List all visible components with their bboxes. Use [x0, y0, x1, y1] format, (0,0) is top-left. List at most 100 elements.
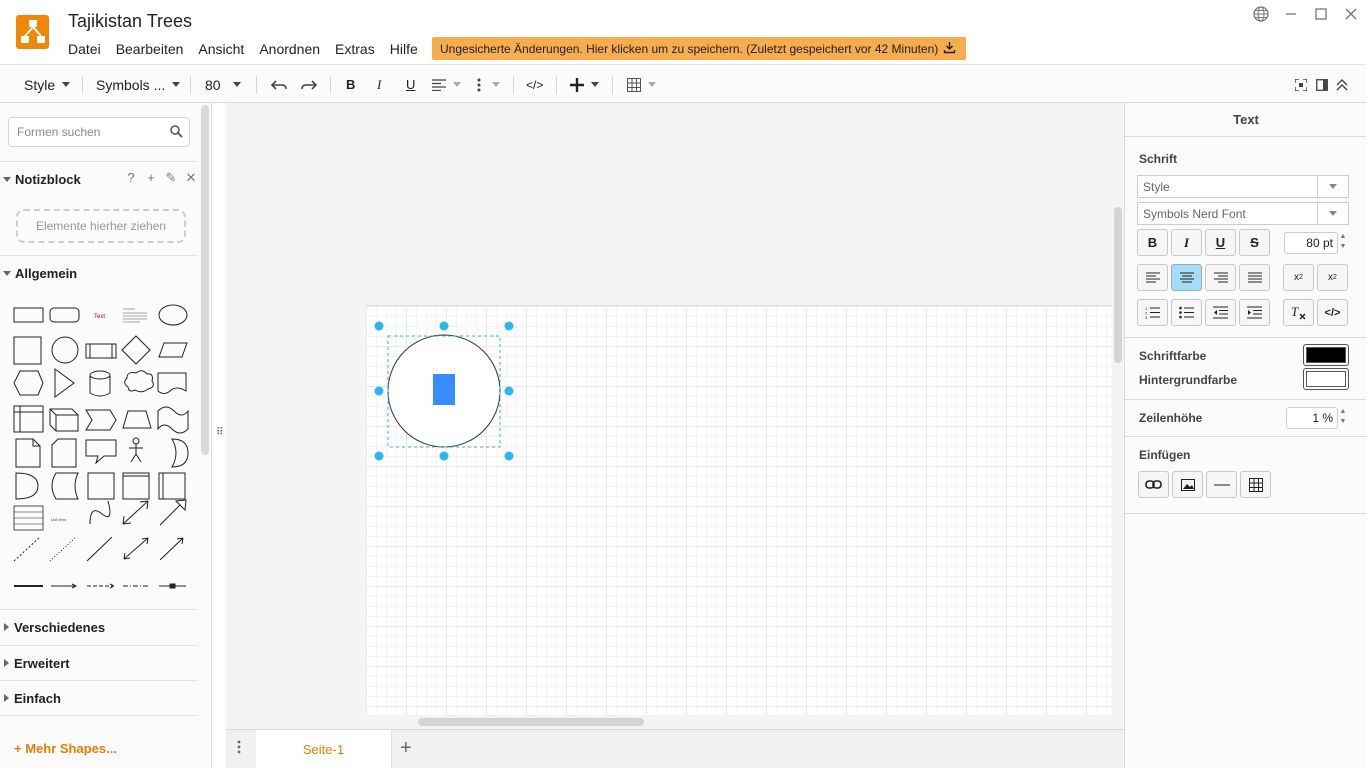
html-button[interactable]: </> [1317, 299, 1348, 326]
table-dropdown[interactable] [627, 65, 656, 104]
redo-icon[interactable] [300, 65, 318, 104]
search-icon[interactable] [170, 125, 183, 141]
minimize-icon[interactable] [1276, 4, 1306, 24]
shape-palette[interactable]: Text List Item [10, 299, 194, 599]
selected-shape[interactable] [366, 313, 526, 473]
line-height-input[interactable]: 1 % [1286, 407, 1338, 429]
underline-button[interactable]: U [1205, 229, 1236, 256]
download-icon [943, 41, 956, 57]
shape-ellipse [158, 304, 188, 326]
bullet-list-button[interactable] [1171, 299, 1202, 326]
font-color-label: Schriftfarbe [1139, 349, 1207, 363]
bold-button[interactable]: B [1137, 229, 1168, 256]
shape-rectangle [13, 307, 44, 323]
justify-button[interactable] [1239, 264, 1270, 291]
italic-icon[interactable]: I [377, 65, 381, 104]
menu-edit[interactable]: Bearbeiten [116, 41, 184, 57]
tab-text[interactable]: Text [1125, 103, 1366, 137]
vertical-dots-icon [477, 78, 481, 91]
section-divider [0, 255, 198, 256]
background-color-swatch[interactable] [1303, 368, 1349, 390]
superscript-button[interactable]: x2 [1317, 264, 1348, 291]
section-advanced[interactable]: Erweitert [0, 654, 198, 672]
strikethrough-button[interactable]: S [1239, 229, 1270, 256]
style-select[interactable]: Style [1137, 175, 1349, 198]
close-window-icon[interactable] [1336, 4, 1366, 24]
menu-view[interactable]: Ansicht [198, 41, 244, 57]
outdent-button[interactable] [1205, 299, 1236, 326]
insert-dropdown[interactable] [570, 65, 599, 104]
section-notepad[interactable]: Notizblock ? + ✎ ✕ [0, 170, 198, 188]
align-dropdown[interactable] [432, 65, 461, 104]
language-globe-icon[interactable] [1246, 4, 1276, 24]
font-size-stepper[interactable]: ▲ ▼ [1338, 232, 1348, 252]
italic-button[interactable]: I [1171, 229, 1202, 256]
font-size-dropdown[interactable]: 80 [205, 65, 241, 104]
insert-table-icon[interactable] [1240, 471, 1271, 498]
diagram-canvas[interactable] [226, 103, 1124, 729]
insert-horizontal-rule-icon[interactable] [1206, 471, 1237, 498]
select-divider [1317, 203, 1318, 224]
align-left-button[interactable] [1137, 264, 1168, 291]
shape-search-input[interactable]: Formen suchen [8, 117, 190, 147]
close-icon[interactable]: ✕ [184, 170, 198, 186]
font-size-input[interactable]: 80 pt [1284, 232, 1338, 254]
menu-help[interactable]: Hilfe [390, 41, 418, 57]
align-center-button[interactable] [1171, 264, 1202, 291]
undo-icon[interactable] [270, 65, 288, 104]
document-title[interactable]: Tajikistan Trees [68, 11, 192, 32]
edit-icon[interactable]: ✎ [164, 170, 178, 186]
background-color-fill [1306, 371, 1346, 387]
pages-menu-icon[interactable] [236, 740, 242, 757]
indent-button[interactable] [1239, 299, 1270, 326]
fullscreen-icon[interactable] [1295, 65, 1307, 104]
align-right-button[interactable] [1205, 264, 1236, 291]
format-panel-icon[interactable] [1316, 65, 1328, 104]
canvas-horizontal-scrollbar[interactable] [418, 718, 644, 726]
font-family-select[interactable]: Symbols Nerd Font [1137, 202, 1349, 225]
line-height-stepper[interactable]: ▲ ▼ [1338, 407, 1348, 427]
canvas-vertical-scrollbar[interactable] [1114, 207, 1122, 363]
sidebar-resize-handle[interactable]: ⠿ [216, 427, 223, 438]
menu-extras[interactable]: Extras [335, 41, 375, 57]
insert-section-label: Einfügen [1139, 448, 1191, 462]
shape-diamond [121, 335, 151, 365]
chevron-down-icon [591, 82, 599, 87]
maximize-icon[interactable] [1306, 4, 1336, 24]
section-general-label: Allgemein [15, 265, 78, 281]
collapse-icon[interactable] [1336, 65, 1348, 104]
subscript-button[interactable]: x2 [1283, 264, 1314, 291]
font-family-dropdown[interactable]: Symbols ... [96, 65, 181, 104]
section-misc[interactable]: Verschiedenes [0, 618, 198, 636]
numbered-list-button[interactable]: 123 [1137, 299, 1168, 326]
font-color-swatch[interactable] [1303, 344, 1349, 366]
font-color-fill [1306, 347, 1346, 363]
shape-swimlane [158, 472, 186, 500]
unsaved-changes-banner[interactable]: Ungesicherte Änderungen. Hier klicken um… [432, 37, 966, 60]
toolbar-divider [82, 76, 83, 94]
menu-arrange[interactable]: Anordnen [259, 41, 320, 57]
underline-icon[interactable]: U [406, 65, 415, 104]
insert-image-icon[interactable] [1172, 471, 1203, 498]
add-page-icon[interactable]: + [400, 737, 412, 760]
section-general[interactable]: Allgemein [0, 264, 198, 282]
chevron-down-icon [232, 82, 241, 87]
more-shapes-button[interactable]: + Mehr Shapes... [14, 741, 117, 756]
section-basic[interactable]: Einfach [0, 689, 198, 707]
font-family-select-value: Symbols Nerd Font [1143, 207, 1246, 221]
more-options-dropdown[interactable] [476, 65, 500, 104]
add-icon[interactable]: + [144, 170, 158, 186]
tab-page-1[interactable]: Seite-1 [256, 730, 392, 768]
shape-callout [85, 439, 117, 465]
bold-icon[interactable]: B [346, 65, 355, 104]
html-code-icon[interactable]: </> [526, 65, 543, 104]
help-icon[interactable]: ? [124, 170, 138, 186]
style-dropdown[interactable]: Style [24, 65, 71, 104]
menu-file[interactable]: Datei [68, 41, 101, 57]
notepad-dropzone[interactable]: Elemente hierher ziehen [16, 209, 186, 243]
app-window: Tajikistan Trees Datei Bearbeiten Ansich… [0, 0, 1366, 768]
insert-link-icon[interactable] [1138, 471, 1169, 498]
sidebar-scrollbar[interactable] [201, 105, 209, 455]
clear-formatting-button[interactable]: T [1283, 299, 1314, 326]
font-size-label: 80 [205, 76, 221, 93]
